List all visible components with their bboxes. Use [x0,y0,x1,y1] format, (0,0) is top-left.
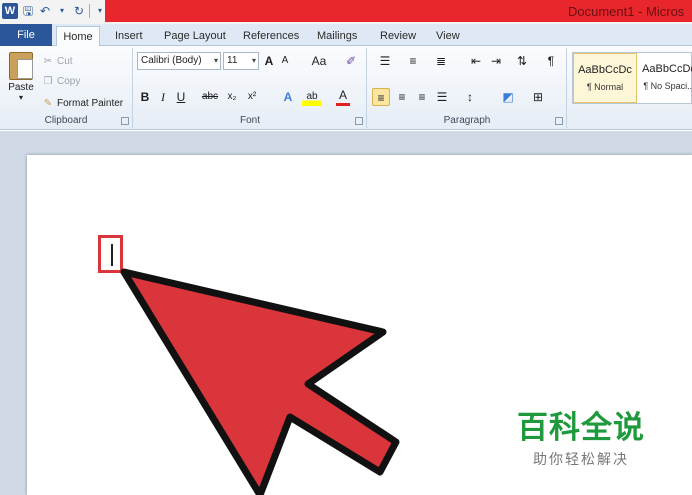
copy-label: Copy [57,76,81,87]
brush-icon: ✎ [43,98,53,109]
font-name-value: Calibri (Body) [141,55,202,66]
font-name-select[interactable]: Calibri (Body) ▾ [137,52,221,70]
borders-icon[interactable]: ⊞ [528,88,548,106]
cut-button[interactable]: ✂ Cut [42,54,73,70]
tab-file[interactable]: File [0,24,52,46]
tab-references[interactable]: References [243,26,299,46]
save-icon[interactable]: 🖫 [21,4,35,18]
grow-font-button[interactable]: A [262,52,276,70]
clipboard-group-label: Clipboard [44,115,88,126]
tab-insert[interactable]: Insert [115,26,143,46]
style-name: ¶ Normal [586,82,624,92]
chevron-down-icon: ▾ [18,93,23,102]
font-size-select[interactable]: 11 ▾ [223,52,259,70]
watermark-subtitle: 助你轻松解决 [533,452,629,468]
word-app-icon[interactable]: W [2,3,18,19]
shading-icon[interactable]: ◩ [498,88,518,106]
dialog-launcher-icon[interactable] [355,117,363,125]
shrink-font-button[interactable]: A [279,52,291,70]
quick-access-toolbar: W 🖫 ↶ ▾ ↻ ▾ [2,2,107,20]
strikethrough-button[interactable]: abc [200,88,220,106]
style-name: ¶ No Spaci... [643,81,692,91]
subscript-button[interactable]: x₂ [224,88,240,106]
tab-view[interactable]: View [436,26,460,46]
format-painter-label: Format Painter [57,98,124,109]
paragraph-group: ☰ ≡ ≣ ⇤ ⇥ ⇅ ¶ ≡ ≡ ≡ ☰ ↕ ◩ ⊞ Paragraph [368,48,567,128]
bullets-icon[interactable]: ☰ [374,52,396,70]
bold-button[interactable]: B [138,88,152,106]
align-left-icon[interactable]: ≡ [372,88,390,106]
dialog-launcher-icon[interactable] [121,117,129,125]
line-spacing-icon[interactable]: ↕ [460,88,480,106]
scissors-icon: ✂ [43,56,53,67]
sort-icon[interactable]: ⇅ [514,52,530,70]
font-color-button[interactable]: A [336,88,350,106]
chevron-down-icon: ▾ [213,56,218,65]
font-group: Calibri (Body) ▾ 11 ▾ A A Aa ✐ B I U abc… [134,48,367,128]
tab-home[interactable]: Home [56,26,100,47]
format-painter-button[interactable]: ✎ Format Painter [42,96,123,112]
copy-button[interactable]: ❐ Copy [42,74,81,90]
change-case-button[interactable]: Aa [308,52,330,70]
text-effects-icon[interactable]: A [280,88,296,106]
tab-mailings[interactable]: Mailings [317,26,357,46]
show-marks-button[interactable]: ¶ [544,52,558,70]
paste-label: Paste [8,82,34,93]
align-center-icon[interactable]: ≡ [394,88,410,106]
cut-label: Cut [57,56,73,67]
underline-button[interactable]: U [174,88,188,106]
tab-review[interactable]: Review [380,26,416,46]
superscript-button[interactable]: x² [244,88,260,106]
style-sample: AaBbCcDc [642,63,692,75]
highlight-color-button[interactable]: ab [302,88,322,106]
chevron-down-icon: ▾ [251,56,256,65]
font-size-value: 11 [227,55,238,66]
copy-icon: ❐ [43,76,53,87]
window-title: Document1 - Micros [568,4,685,19]
ribbon: Paste ▾ ✂ Cut ❐ Copy ✎ Format Painter Cl… [0,46,692,130]
style-sample: AaBbCcDc [578,64,632,76]
clear-formatting-icon[interactable]: ✐ [342,52,360,70]
watermark-title: 百科全说 [517,410,645,446]
font-group-label: Font [239,115,260,126]
dialog-launcher-icon[interactable] [555,117,563,125]
style-normal[interactable]: AaBbCcDc ¶ Normal [573,53,637,103]
style-no-spacing[interactable]: AaBbCcDc ¶ No Spaci... [637,53,692,103]
italic-button[interactable]: I [156,88,170,106]
clipboard-group: Paste ▾ ✂ Cut ❐ Copy ✎ Format Painter Cl… [0,48,133,128]
justify-icon[interactable]: ☰ [434,88,450,106]
paste-icon [9,52,33,80]
chevron-down-icon[interactable]: ▾ [55,4,69,18]
paragraph-group-label: Paragraph [443,115,491,126]
pointer-arrow-icon [120,268,400,495]
tab-page-layout[interactable]: Page Layout [164,26,226,46]
numbering-icon[interactable]: ≡ [402,52,424,70]
multilevel-list-icon[interactable]: ≣ [430,52,452,70]
ribbon-tabs: File Home Insert Page Layout References … [0,24,692,47]
undo-icon[interactable]: ↶ [38,4,52,18]
title-bar: W 🖫 ↶ ▾ ↻ ▾ Document1 - Micros [0,0,692,24]
styles-gallery: AaBbCcDc ¶ Normal AaBbCcDc ¶ No Spaci... [572,52,692,104]
decrease-indent-icon[interactable]: ⇤ [468,52,484,70]
redo-icon[interactable]: ↻ [72,4,86,18]
separator [89,4,90,18]
paste-button[interactable]: Paste ▾ [4,50,38,108]
increase-indent-icon[interactable]: ⇥ [488,52,504,70]
watermark: 百科全说 助你轻松解决 [516,402,646,469]
text-cursor [111,244,113,266]
align-right-icon[interactable]: ≡ [414,88,430,106]
